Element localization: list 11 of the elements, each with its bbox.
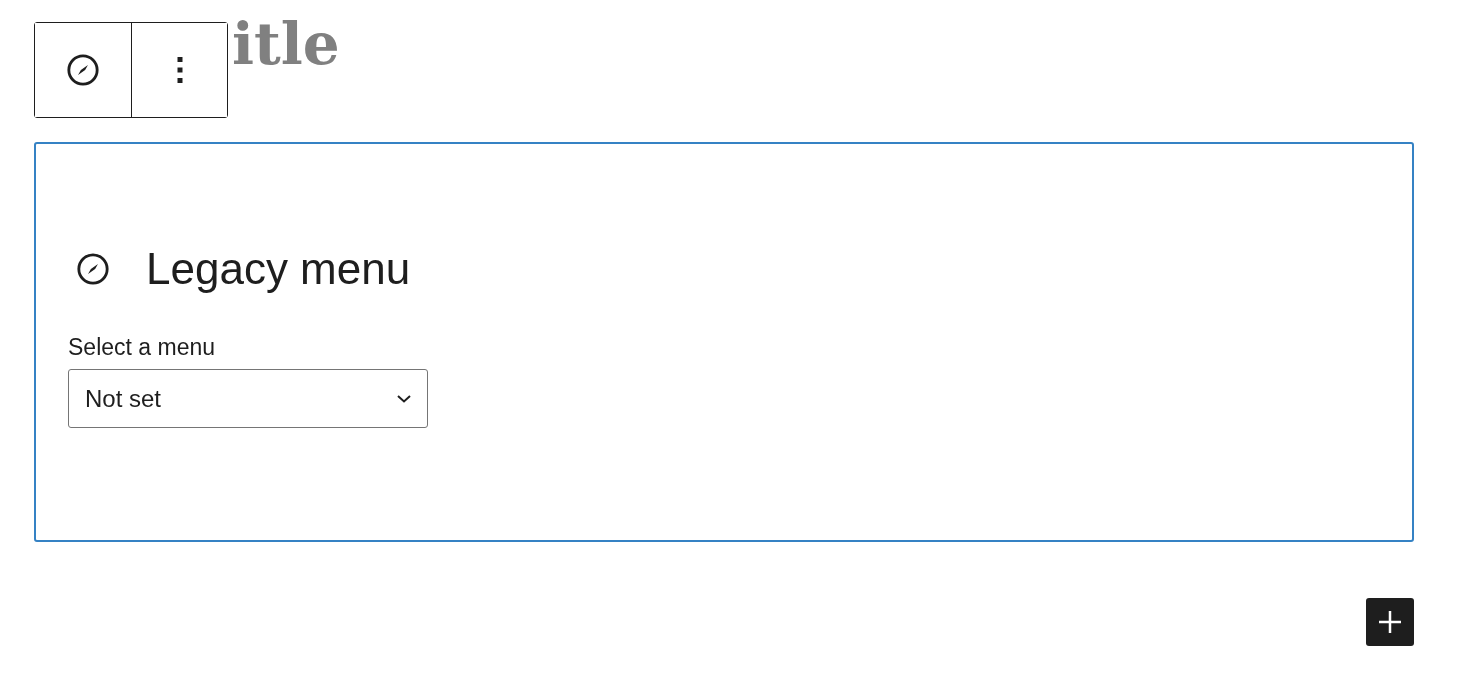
select-label: Select a menu bbox=[68, 334, 217, 361]
post-title[interactable]: itle bbox=[232, 0, 340, 80]
chevron-down-icon bbox=[397, 394, 411, 403]
compass-icon bbox=[66, 53, 100, 87]
legacy-menu-block[interactable]: Legacy menu Select a menu Not set bbox=[34, 142, 1414, 542]
more-options-icon bbox=[176, 57, 183, 83]
menu-select[interactable]: Not set bbox=[68, 369, 428, 428]
add-block-button[interactable] bbox=[1366, 598, 1414, 646]
block-heading: Legacy menu bbox=[146, 244, 411, 294]
compass-icon bbox=[76, 252, 110, 286]
plus-icon bbox=[1378, 610, 1402, 634]
